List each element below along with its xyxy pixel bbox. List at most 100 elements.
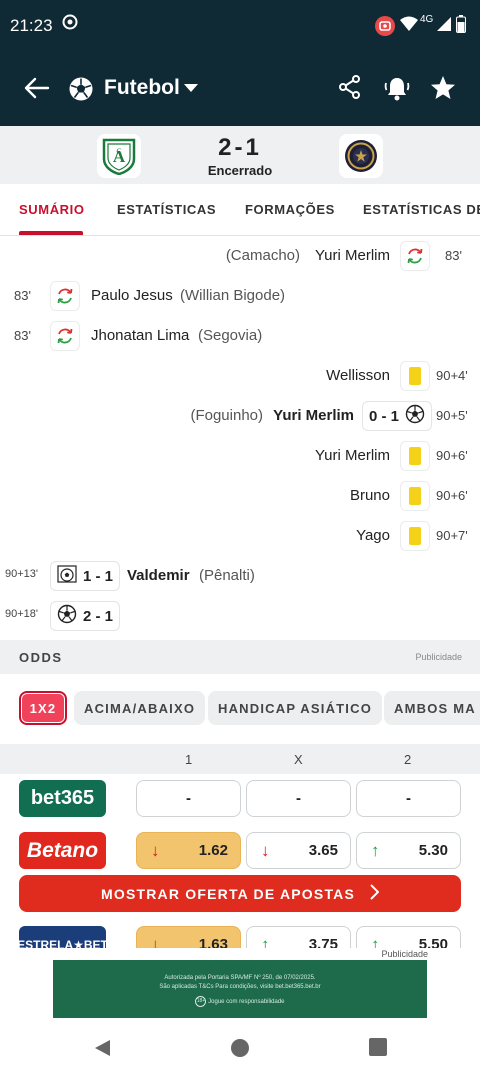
odds-section-header: ODDS Publicidade [0,640,480,674]
odd-button-home[interactable]: ↓ 1.63 [136,926,241,950]
bookmaker-name: Betano [26,838,99,862]
odd-button-draw[interactable]: - [246,780,351,817]
yellow-card-icon [400,361,430,391]
show-betting-offer-button[interactable]: MOSTRAR OFERTA DE APOSTAS [19,875,461,912]
event-score-value: 1 - 1 [83,567,114,585]
odds-columns-header: 1 X 2 [0,744,480,774]
odd-value: 3.65 [308,842,338,859]
odd-value: 5.30 [418,842,448,859]
column-home: 1 [185,752,193,767]
event-row: (Camacho) Yuri Merlim 83' [0,236,480,276]
substitution-icon [50,281,80,311]
event-row: Yago 90+7' [0,516,480,556]
market-chip-handicap[interactable]: HANDICAP ASIÁTICO [208,691,383,725]
cta-label: MOSTRAR OFERTA DE APOSTAS [101,885,355,902]
odd-button-home[interactable]: - [136,780,241,817]
odd-button-draw[interactable]: ↑ 3.75 [246,926,351,950]
tab-estatisticas[interactable]: ESTATÍSTICAS [117,202,216,217]
market-chip-acima-abaixo[interactable]: ACIMA/ABAIXO [74,691,206,725]
tab-bar: SUMÁRIO ESTATÍSTICAS FORMAÇÕES ESTATÍSTI… [0,184,480,236]
event-minute: 90+6' [436,448,468,463]
ad-label: Publicidade [415,652,462,662]
column-draw: X [294,752,303,767]
market-chip-ambos[interactable]: AMBOS MA [384,691,480,725]
estrelabet-logo[interactable]: ESTRELA★BET [17,926,108,950]
tab-sumario[interactable]: SUMÁRIO [19,202,85,217]
event-row: 83' Paulo Jesus (Willian Bigode) [0,276,480,316]
event-sub-player: (Willian Bigode) [180,287,286,304]
betano-logo[interactable]: Betano [19,832,106,869]
event-minute: 90+6' [436,488,468,503]
share-icon[interactable] [337,74,365,102]
event-score: 2 - 1 [50,601,121,631]
event-minute: 90+7' [436,528,468,543]
yellow-card-icon [400,481,430,511]
notification-icon [62,14,78,34]
market-chip-1x2[interactable]: 1X2 [19,691,67,725]
event-player: Yuri Merlim [314,247,390,264]
ad-line: Jogue com responsabilidade [208,999,285,1006]
score-bar: AC 2-1 Encerrado [0,126,480,184]
dropdown-caret-icon[interactable] [184,84,198,92]
event-row: Bruno 90+6' [0,476,480,516]
network-type: 4G [420,14,434,25]
event-score: 1 - 1 [50,561,121,591]
odds-title: ODDS [19,650,63,665]
tab-formacoes[interactable]: FORMAÇÕES [245,202,335,217]
odd-button-away[interactable]: ↑ 5.30 [356,832,461,869]
odd-value: - [406,790,411,807]
event-player: Paulo Jesus [91,287,173,304]
bookmaker-row: bet365 - - - [0,774,480,824]
yellow-card-icon [400,441,430,471]
market-chip-label: 1X2 [22,694,64,722]
odd-button-away[interactable]: - [356,780,461,817]
bookmaker-row: Betano ↓ 1.62 ↓ 3.65 ↑ 5.30 [0,826,480,876]
away-team-logo[interactable] [339,134,383,178]
soccer-ball-icon[interactable] [68,76,94,102]
event-player: Yago [356,527,390,544]
bookmaker-name: bet365 [30,787,95,809]
wifi-icon [400,16,418,36]
arrow-down-icon: ↓ [151,841,160,860]
event-row: Yuri Merlim 90+6' [0,436,480,476]
odd-button-away[interactable]: ↑ 5.50 [356,926,461,950]
events-timeline: (Camacho) Yuri Merlim 83' 83' Paulo Jesu… [0,236,480,640]
event-sub-player: (Foguinho) [190,407,263,424]
nav-back-icon[interactable] [92,1038,112,1063]
bet365-logo[interactable]: bet365 [19,780,106,817]
chevron-right-icon [369,884,380,903]
odd-button-home[interactable]: ↓ 1.62 [136,832,241,869]
arrow-down-icon: ↓ [261,841,270,860]
ad-banner[interactable]: Autorizada pela Portaria SPA/MF Nº 250, … [53,960,427,1018]
nav-home-icon[interactable] [230,1038,250,1063]
star-icon[interactable] [429,74,457,102]
event-minute: 90+18' [5,608,38,620]
ad-line: São aplicadas T&Cs Para condições, visit… [159,984,321,990]
ad-line: Autorizada pela Portaria SPA/MF Nº 250, … [164,975,316,981]
event-player: Bruno [349,487,390,504]
arrow-up-icon: ↑ [371,841,380,860]
recording-icon [374,15,396,41]
event-minute: 90+4' [436,368,468,383]
market-chip-label: HANDICAP ASIÁTICO [218,700,373,716]
event-minute: 90+13' [5,568,38,580]
odd-value: - [186,790,191,807]
odd-button-draw[interactable]: ↓ 3.65 [246,832,351,869]
event-player: Jhonatan Lima [91,327,190,344]
signal-icon [436,16,452,36]
event-minute: 83' [14,288,31,303]
back-arrow-icon[interactable] [22,74,50,107]
event-score: 0 - 1 [362,401,433,431]
sport-title[interactable]: Futebol [104,76,180,100]
nav-recents-icon[interactable] [369,1038,387,1061]
event-sub-player: (Segovia) [198,327,263,344]
column-away: 2 [404,752,412,767]
event-score-value: 2 - 1 [83,607,114,625]
event-player: Wellisson [326,367,390,384]
yellow-card-icon [400,521,430,551]
ad-area: Publicidade Autorizada pela Portaria SPA… [0,948,480,1024]
event-score-value: 0 - 1 [369,407,400,425]
event-sub-player: (Camacho) [225,247,300,264]
bell-icon[interactable] [383,74,411,102]
tab-estatisticas-jogadores[interactable]: ESTATÍSTICAS DE [363,202,480,217]
